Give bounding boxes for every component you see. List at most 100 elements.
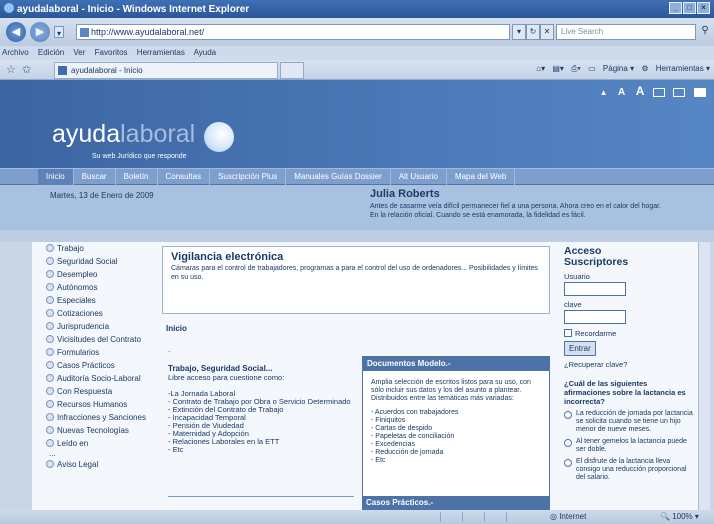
username-field[interactable] [564, 282, 626, 296]
recover-password-link[interactable]: ¿Recuperar clave? [564, 360, 694, 369]
sidebar-item-nuevas-tecnologias[interactable]: Nuevas Tecnologías [46, 426, 162, 439]
sidebar-item-leido-en[interactable]: Leído en [46, 439, 162, 452]
menu-edicion[interactable]: Edición [38, 48, 64, 57]
address-bar[interactable]: http://www.ayudalaboral.net/ [76, 24, 510, 40]
tools-menu[interactable]: ⚙ Herramientas ▾ [641, 64, 710, 73]
nav-consultas[interactable]: Consultas [158, 169, 211, 185]
add-favorite-icon[interactable]: ✩ [22, 63, 31, 76]
nav-alt-usuario[interactable]: Alt Usuario [391, 169, 447, 185]
close-button[interactable]: × [697, 2, 710, 14]
sidebar-item-especiales[interactable]: Especiales [46, 296, 162, 309]
list-item[interactable]: - Reducción de jornada [371, 449, 541, 457]
sidebar-item-casos-practicos[interactable]: Casos Prácticos [46, 361, 162, 374]
sidebar-item-jurisprudencia[interactable]: Jurisprudencia [46, 322, 162, 335]
page-menu[interactable]: ▭ Página ▾ [588, 64, 634, 73]
browser-tab[interactable]: ayudalaboral - Inicio [54, 62, 278, 79]
list-item[interactable]: - Relaciones Laborales en la ETT [168, 438, 358, 446]
poll-option[interactable]: La reducción de jornada por lactancia se… [564, 410, 694, 434]
bullet-icon [46, 257, 54, 265]
menu-ayuda[interactable]: Ayuda [194, 48, 217, 57]
sidebar-item-con-respuesta[interactable]: Con Respuesta [46, 387, 162, 400]
nav-inicio[interactable]: Inicio [38, 169, 74, 185]
favorites-star-icon[interactable]: ☆ [6, 63, 16, 76]
documentos-title[interactable]: Documentos Modelo.- [363, 357, 549, 371]
login-button[interactable]: Entrar [564, 341, 596, 356]
minimize-button[interactable]: _ [669, 2, 682, 14]
back-icon[interactable]: ◀ [6, 22, 26, 42]
status-segment [440, 512, 460, 522]
feeds-icon[interactable]: ▤▾ [552, 64, 564, 73]
nav-buscar[interactable]: Buscar [74, 169, 116, 185]
sidebar-item-trabajo[interactable]: Trabajo [46, 244, 162, 257]
casos-practicos-header[interactable]: Casos Prácticos.- [362, 496, 550, 510]
list-item[interactable]: - Finiquitos [371, 417, 541, 425]
sidebar-item-seguridad-social[interactable]: Seguridad Social [46, 257, 162, 270]
list-item[interactable]: - Cartas de despido [371, 425, 541, 433]
remember-label: Recordarme [575, 329, 617, 338]
search-input[interactable]: Live Search [556, 24, 696, 40]
list-item[interactable]: - Etc [168, 446, 358, 454]
featured-article[interactable]: Vigilancia electrónica Cámaras para el c… [162, 246, 550, 314]
refresh-icon[interactable]: ↻ [526, 24, 540, 40]
forward-icon[interactable]: ▶ [30, 22, 50, 42]
sidebar-item-auditoria[interactable]: Auditoría Socio-Laboral [46, 374, 162, 387]
sidebar-item-infracciones[interactable]: Infracciones y Sanciones [46, 413, 162, 426]
poll-option[interactable]: El disfrute de la lactancia lleva consig… [564, 458, 694, 482]
sidebar-item-label: Autónomos [57, 283, 98, 292]
print-icon[interactable]: ⎙▾ [571, 64, 581, 73]
breadcrumb[interactable]: Inicio [166, 324, 187, 333]
menu-archivo[interactable]: Archivo [2, 48, 29, 57]
password-field[interactable] [564, 310, 626, 324]
stop-icon[interactable]: ✕ [540, 24, 554, 40]
login-panel: Acceso Suscriptores Usuario clave Recorda… [564, 246, 694, 482]
sidebar-item-label: Desempleo [57, 270, 98, 279]
list-item[interactable]: - Excedencias [371, 441, 541, 449]
ie-icon [4, 3, 14, 13]
quote-author: Julia Roberts [370, 188, 440, 200]
menu-ver[interactable]: Ver [73, 48, 85, 57]
sidebar-item-aviso-legal[interactable]: Aviso Legal [46, 460, 162, 473]
poll-option[interactable]: Al tener gemelos la lactancia puede ser … [564, 438, 694, 454]
list-item[interactable]: - Acuerdos con trabajadores [371, 409, 541, 417]
login-title: Acceso Suscriptores [564, 246, 694, 268]
sidebar-item-vicisitudes[interactable]: Vicisitudes del Contrato [46, 335, 162, 348]
trabajo-title[interactable]: Trabajo, Seguridad Social... [168, 364, 358, 373]
maximize-button[interactable]: □ [683, 2, 696, 14]
history-dropdown-icon[interactable]: ▾ [54, 26, 64, 38]
list-item[interactable]: - Papeletas de conciliación [371, 433, 541, 441]
layout-narrow-icon[interactable] [652, 88, 665, 98]
layout-wide-icon[interactable] [673, 88, 686, 98]
home-icon[interactable]: ⌂▾ [536, 64, 545, 73]
font-small-button[interactable]: ▲ [600, 88, 608, 97]
menu-herramientas[interactable]: Herramientas [137, 48, 185, 57]
zoom-level[interactable]: 🔍 100% ▾ [660, 512, 699, 521]
list-item[interactable]: - Etc [371, 457, 541, 465]
sidebar-item-cotizaciones[interactable]: Cotizaciones [46, 309, 162, 322]
nav-manuales[interactable]: Manuales Guías Dossier [286, 169, 391, 185]
menu-favoritos[interactable]: Favoritos [95, 48, 128, 57]
font-large-button[interactable]: A [636, 84, 645, 98]
sidebar-item-recursos-humanos[interactable]: Recursos Humanos [46, 400, 162, 413]
nav-mapa-web[interactable]: Mapa del Web [447, 169, 516, 185]
radio-icon [564, 411, 572, 419]
security-zone[interactable]: ◎ Internet [550, 512, 586, 521]
sidebar-item-desempleo[interactable]: Desempleo [46, 270, 162, 283]
font-medium-button[interactable]: A [618, 87, 625, 98]
sidebar-item-formularios[interactable]: Formularios [46, 348, 162, 361]
sidebar-item-autonomos[interactable]: Autónomos [46, 283, 162, 296]
new-tab-button[interactable] [280, 62, 304, 79]
site-nav: Inicio Buscar Boletín Consultas Suscripción … [0, 168, 714, 185]
tab-title: ayudalaboral - Inicio [71, 66, 143, 75]
layout-full-icon[interactable] [694, 88, 706, 98]
bullet-icon [46, 270, 54, 278]
remember-checkbox[interactable]: Recordarme [564, 329, 694, 338]
info-bar: Martes, 13 de Enero de 2009 Julia Robert… [0, 185, 714, 230]
site-logo[interactable]: ayudalaboral [52, 120, 195, 149]
nav-boletin[interactable]: Boletín [116, 169, 158, 185]
vertical-scrollbar[interactable] [698, 242, 710, 510]
address-dropdown-icon[interactable]: ▾ [512, 24, 526, 40]
nav-suscripcion-plus[interactable]: Suscripción Plus [210, 169, 287, 185]
search-icon[interactable]: ⚲ [698, 24, 712, 40]
bullet-icon [46, 439, 54, 447]
bullet-icon [46, 361, 54, 369]
